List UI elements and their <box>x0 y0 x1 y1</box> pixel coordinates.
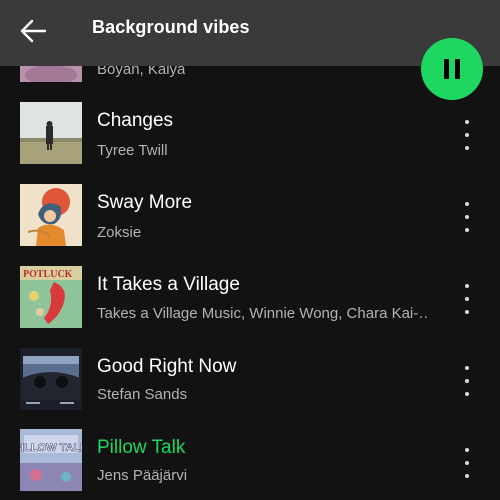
more-options-button[interactable] <box>455 120 479 150</box>
pause-button[interactable] <box>421 38 483 100</box>
track-row[interactable]: Sway More Zoksie <box>0 184 500 266</box>
back-button[interactable] <box>14 12 52 50</box>
track-row-now-playing[interactable]: PILLOW TALK Pillow Talk Jens Pääjärvi <box>0 429 500 500</box>
more-options-button[interactable] <box>455 366 479 396</box>
more-options-button[interactable] <box>455 284 479 314</box>
track-title: Sway More <box>97 192 193 213</box>
track-row[interactable]: Good Right Now Stefan Sands <box>0 348 500 430</box>
track-artist: Tyree Twill <box>97 142 168 159</box>
more-vertical-icon <box>465 448 469 452</box>
more-vertical-icon <box>465 366 469 370</box>
page-title: Background vibes <box>92 17 250 37</box>
track-row[interactable]: POTLUCK It Takes a Village Takes a Villa… <box>0 266 500 348</box>
album-cover <box>20 348 82 410</box>
album-cover <box>20 184 82 246</box>
track-artist: Jens Pääjärvi <box>97 467 188 484</box>
track-artist: Stefan Sands <box>97 386 188 403</box>
track-title: It Takes a Village <box>97 274 240 295</box>
more-options-button[interactable] <box>455 202 479 232</box>
pause-icon <box>444 59 460 79</box>
album-cover: POTLUCK <box>20 266 82 328</box>
cover-text: PILLOW TALK <box>20 442 82 454</box>
album-cover <box>20 102 82 164</box>
cover-text: POTLUCK <box>23 269 73 280</box>
more-vertical-icon <box>465 120 469 124</box>
more-vertical-icon <box>465 202 469 206</box>
more-options-button[interactable] <box>455 448 479 478</box>
album-cover: PILLOW TALK <box>20 429 82 491</box>
playlist-screen: Boyan, Kalya Changes Tyree Twill Sway Mo… <box>0 0 500 500</box>
track-title: Good Right Now <box>97 356 237 377</box>
track-artist: Takes a Village Music, Winnie Wong, Char… <box>97 305 427 322</box>
track-row[interactable]: Changes Tyree Twill <box>0 102 500 184</box>
track-title: Changes <box>97 110 174 131</box>
track-artist: Zoksie <box>97 224 142 241</box>
more-vertical-icon <box>465 284 469 288</box>
arrow-left-icon <box>20 19 47 43</box>
track-title-playing: Pillow Talk <box>97 437 186 458</box>
